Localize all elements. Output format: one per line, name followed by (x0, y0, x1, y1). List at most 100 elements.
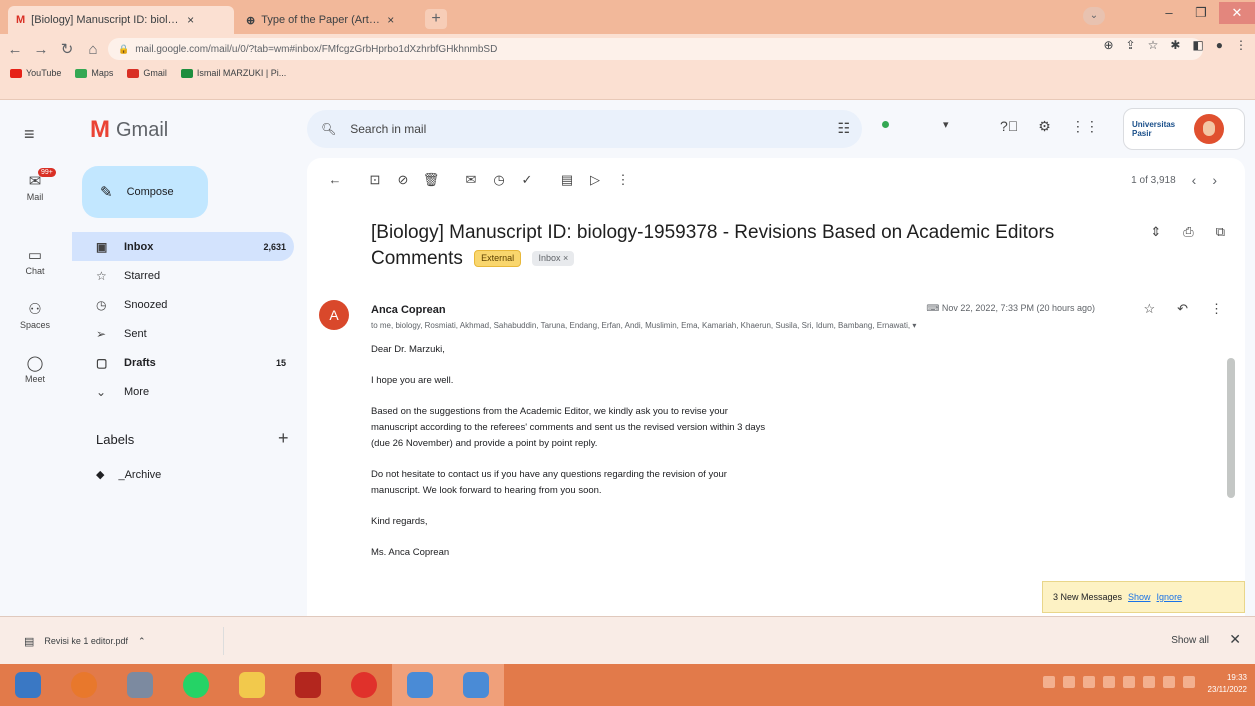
archive-icon[interactable]: ⊡ (361, 172, 389, 188)
forward-icon[interactable]: → (30, 41, 52, 58)
gmail-logo[interactable]: M Gmail (90, 116, 168, 144)
inbox-label-chip[interactable]: Inbox × (532, 251, 575, 267)
labels-heading: Labels (96, 432, 135, 447)
tab-search-icon[interactable]: ⌄ (1083, 7, 1105, 25)
account-switcher[interactable]: Universitas Pasir (1123, 108, 1245, 150)
rail-meet[interactable]: ◯ Meet (0, 354, 70, 384)
reload-icon[interactable]: ↻ (56, 40, 78, 58)
delete-icon[interactable]: 🗑︎ (417, 172, 445, 188)
share-icon[interactable]: ⇪ (1126, 38, 1136, 52)
profile-icon[interactable]: ● (1216, 38, 1223, 52)
rail-chat[interactable]: ▭ Chat (0, 246, 70, 276)
tray-icon[interactable] (1063, 676, 1075, 688)
show-all-downloads-button[interactable]: Show all (1171, 635, 1209, 646)
older-icon[interactable]: › (1212, 172, 1217, 188)
account-avatar[interactable] (1194, 114, 1224, 144)
back-to-inbox-icon[interactable]: ← (321, 172, 349, 188)
search-bar[interactable]: 🔍︎ Search in mail ☷ (307, 110, 862, 148)
minimize-icon[interactable]: – (1155, 2, 1183, 24)
scrollbar[interactable] (1227, 358, 1235, 498)
mail-icon: ✉ (28, 173, 42, 190)
status-selector[interactable]: ▾ (882, 118, 949, 131)
rail-mail[interactable]: ✉ 99+ Mail (0, 168, 70, 202)
search-input[interactable]: Search in mail (350, 122, 426, 136)
label-icon[interactable]: ▷ (581, 172, 609, 188)
close-tab-icon[interactable]: × (387, 13, 394, 27)
tray-icon[interactable] (1043, 676, 1055, 688)
search-options-icon[interactable]: ☷ (837, 120, 850, 137)
bookmark-gmail[interactable]: Gmail (127, 68, 167, 78)
tray-icon[interactable] (1183, 676, 1195, 688)
main-menu-icon[interactable]: ≡ (24, 124, 35, 145)
rail-spaces[interactable]: ⚇ Spaces (0, 300, 70, 330)
settings-gear-icon[interactable]: ⚙ (1038, 118, 1051, 135)
bookmark-star-icon[interactable]: ☆ (1148, 38, 1159, 52)
snooze-icon[interactable]: ◷ (485, 172, 513, 188)
more-actions-icon[interactable]: ⋮ (609, 172, 637, 188)
sender-name[interactable]: Anca Coprean (371, 304, 446, 316)
browser-tab-gmail[interactable]: M [Biology] Manuscript ID: biology-19593… (8, 6, 234, 34)
add-task-icon[interactable]: ✓ (513, 172, 541, 188)
taskbar-chrome[interactable] (392, 664, 448, 706)
tray-icon[interactable] (1163, 676, 1175, 688)
ignore-messages-link[interactable]: Ignore (1157, 592, 1183, 602)
recipients-line[interactable]: to me, biology, Rosmiati, Akhmad, Sahabu… (371, 321, 1171, 330)
tray-icon[interactable] (1083, 676, 1095, 688)
body-paragraph: Dear Dr. Marzuki, (371, 344, 445, 355)
taskbar-whatsapp[interactable] (168, 664, 224, 706)
taskbar-agent[interactable] (112, 664, 168, 706)
print-icon[interactable]: ⎙ (1183, 224, 1193, 240)
message-more-icon[interactable]: ⋮ (1210, 301, 1223, 317)
bookmark-maps[interactable]: Maps (75, 68, 113, 78)
taskbar-mendeley[interactable] (280, 664, 336, 706)
folder-more[interactable]: ⌄ More (72, 377, 294, 406)
folder-starred[interactable]: ☆ Starred (72, 261, 294, 290)
menu-icon[interactable]: ⋮ (1235, 38, 1247, 52)
system-clock[interactable]: 19:33 23/11/2022 (1208, 672, 1247, 696)
bookmark-marzuki[interactable]: Ismail MARZUKI | Pi... (180, 68, 286, 78)
label-archive[interactable]: ◆ _Archive (96, 468, 161, 482)
download-options-icon[interactable]: ⌃ (138, 636, 146, 647)
browser-tab-paper[interactable]: ⊕ Type of the Paper (Article × (238, 6, 424, 34)
folder-snoozed[interactable]: ◷ Snoozed (72, 290, 294, 319)
apps-grid-icon[interactable]: ⋮⋮ (1071, 118, 1099, 135)
download-item[interactable]: ▤ Revisi ke 1 editor.pdf ⌃ (10, 627, 224, 655)
report-spam-icon[interactable]: ⊘ (389, 172, 417, 188)
address-bar[interactable]: 🔒 mail.google.com/mail/u/0/?tab=wm#inbox… (108, 38, 1203, 60)
close-shelf-icon[interactable]: ✕ (1229, 631, 1241, 648)
reply-icon[interactable]: ↶ (1177, 301, 1188, 317)
folder-sent[interactable]: ➢ Sent (72, 319, 294, 348)
new-tab-button[interactable]: + (425, 9, 447, 29)
sidepanel-icon[interactable]: ◧ (1192, 38, 1203, 52)
newer-icon[interactable]: ‹ (1192, 172, 1197, 188)
close-tab-icon[interactable]: × (187, 13, 194, 27)
maximize-icon[interactable]: ❐ (1187, 2, 1215, 24)
star-message-icon[interactable]: ☆ (1143, 301, 1155, 317)
tray-icon[interactable] (1103, 676, 1115, 688)
taskbar-opera[interactable] (336, 664, 392, 706)
taskbar-explorer[interactable] (224, 664, 280, 706)
status-dropdown-icon: ▾ (943, 119, 949, 131)
home-icon[interactable]: ⌂ (82, 41, 104, 58)
folder-drafts[interactable]: ▢ Drafts 15 (72, 348, 294, 377)
compose-button[interactable]: ✎ Compose (82, 166, 208, 218)
close-window-icon[interactable]: ✕ (1219, 2, 1255, 24)
help-icon[interactable]: ?⃝ (1000, 118, 1018, 135)
folder-inbox[interactable]: ▣ Inbox 2,631 (72, 232, 294, 261)
back-icon[interactable]: ← (4, 41, 26, 58)
show-messages-link[interactable]: Show (1128, 592, 1151, 602)
tray-icon[interactable] (1123, 676, 1135, 688)
bookmark-youtube[interactable]: YouTube (10, 68, 61, 78)
taskbar-firefox[interactable] (56, 664, 112, 706)
expand-all-icon[interactable]: ⇕ (1150, 224, 1161, 240)
open-new-window-icon[interactable]: ⧉ (1216, 224, 1225, 240)
add-label-icon[interactable]: + (278, 428, 289, 449)
taskbar-chrome-2[interactable] (448, 664, 504, 706)
mark-unread-icon[interactable]: ✉ (457, 172, 485, 188)
translate-icon[interactable]: ⊕ (1103, 38, 1113, 52)
tray-icon[interactable] (1143, 676, 1155, 688)
move-to-icon[interactable]: ▤ (553, 172, 581, 188)
extensions-icon[interactable]: ✱ (1170, 38, 1180, 52)
pager: 1 of 3,918 ‹ › (1131, 172, 1217, 188)
taskbar-start[interactable] (0, 664, 56, 706)
